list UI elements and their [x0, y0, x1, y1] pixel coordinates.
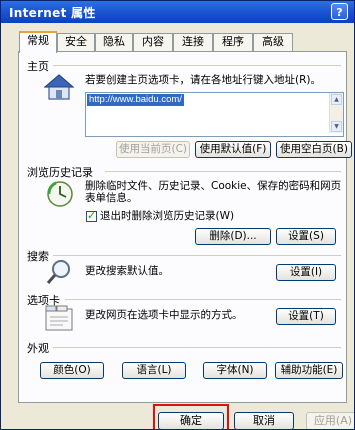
- home-page-description: 若要创建主页选项卡，请在各地址行键入地址(R)。: [85, 74, 321, 86]
- divider: [53, 65, 341, 66]
- delete-on-exit-checkbox[interactable]: [86, 209, 97, 222]
- home-page-url: http://www.baidu.com/: [87, 94, 184, 106]
- tab-connections[interactable]: 连接: [173, 33, 213, 51]
- delete-on-exit-label[interactable]: 退出时删除浏览历史记录(W): [100, 210, 234, 223]
- accessibility-button[interactable]: 辅助功能(E): [275, 362, 343, 379]
- general-tab-panel: 主页 若要创建主页选项卡，请在各地址行键入地址(R)。 http://www.b…: [18, 51, 352, 403]
- tab-programs[interactable]: 程序: [213, 33, 253, 51]
- scroll-down-arrow-icon[interactable]: ▼: [331, 121, 342, 132]
- window-title: Internet 属性: [9, 6, 96, 20]
- divider: [65, 299, 341, 300]
- tab-security[interactable]: 安全: [57, 33, 95, 51]
- tab-general[interactable]: 常规: [19, 31, 57, 53]
- use-default-button[interactable]: 使用默认值(F): [195, 141, 271, 158]
- history-settings-button[interactable]: 设置(S): [276, 228, 336, 245]
- address-scrollbar[interactable]: ▲ ▼: [329, 93, 343, 133]
- tab-privacy[interactable]: 隐私: [95, 33, 133, 51]
- history-clock-icon: [47, 181, 73, 207]
- fonts-button[interactable]: 字体(N): [203, 362, 267, 379]
- home-page-address-field[interactable]: http://www.baidu.com/ ▲ ▼: [85, 92, 344, 137]
- tabs-settings-button[interactable]: 设置(T): [276, 308, 336, 325]
- help-button[interactable]: ?: [331, 3, 348, 20]
- scroll-up-arrow-icon[interactable]: ▲: [331, 94, 342, 105]
- tabs-description: 更改网页在选项卡中显示的方式。: [85, 309, 243, 321]
- tab-advanced[interactable]: 高级: [253, 33, 293, 51]
- internet-properties-dialog: Internet 属性 ? 常规 安全 隐私 内容 连接 程序 高级 主页 若要…: [0, 0, 355, 430]
- cancel-button[interactable]: 取消: [234, 412, 294, 429]
- browsing-history-heading: 浏览历史记录: [27, 166, 93, 179]
- search-description: 更改搜索默认值。: [85, 265, 169, 277]
- use-current-button[interactable]: 使用当前页(C): [116, 141, 190, 158]
- divider: [105, 171, 341, 172]
- divider: [53, 347, 341, 348]
- title-bar[interactable]: Internet 属性 ?: [1, 1, 354, 23]
- divider: [53, 255, 341, 256]
- delete-history-button[interactable]: 删除(D)...: [195, 228, 271, 245]
- appearance-heading: 外观: [27, 342, 49, 355]
- home-page-heading: 主页: [27, 60, 49, 73]
- languages-button[interactable]: 语言(L): [122, 362, 186, 379]
- apply-button[interactable]: 应用(A): [306, 412, 354, 429]
- colors-button[interactable]: 颜色(O): [40, 362, 104, 379]
- house-icon: [44, 74, 74, 100]
- tabs-icon: [45, 305, 73, 331]
- use-blank-button[interactable]: 使用空白页(B): [276, 141, 352, 158]
- tab-content[interactable]: 内容: [133, 33, 173, 51]
- history-description-line2: 表单信息。: [85, 192, 138, 204]
- search-settings-button[interactable]: 设置(I): [276, 264, 336, 281]
- search-magnifier-icon: [46, 260, 70, 284]
- ok-button-highlight-box: [153, 404, 229, 429]
